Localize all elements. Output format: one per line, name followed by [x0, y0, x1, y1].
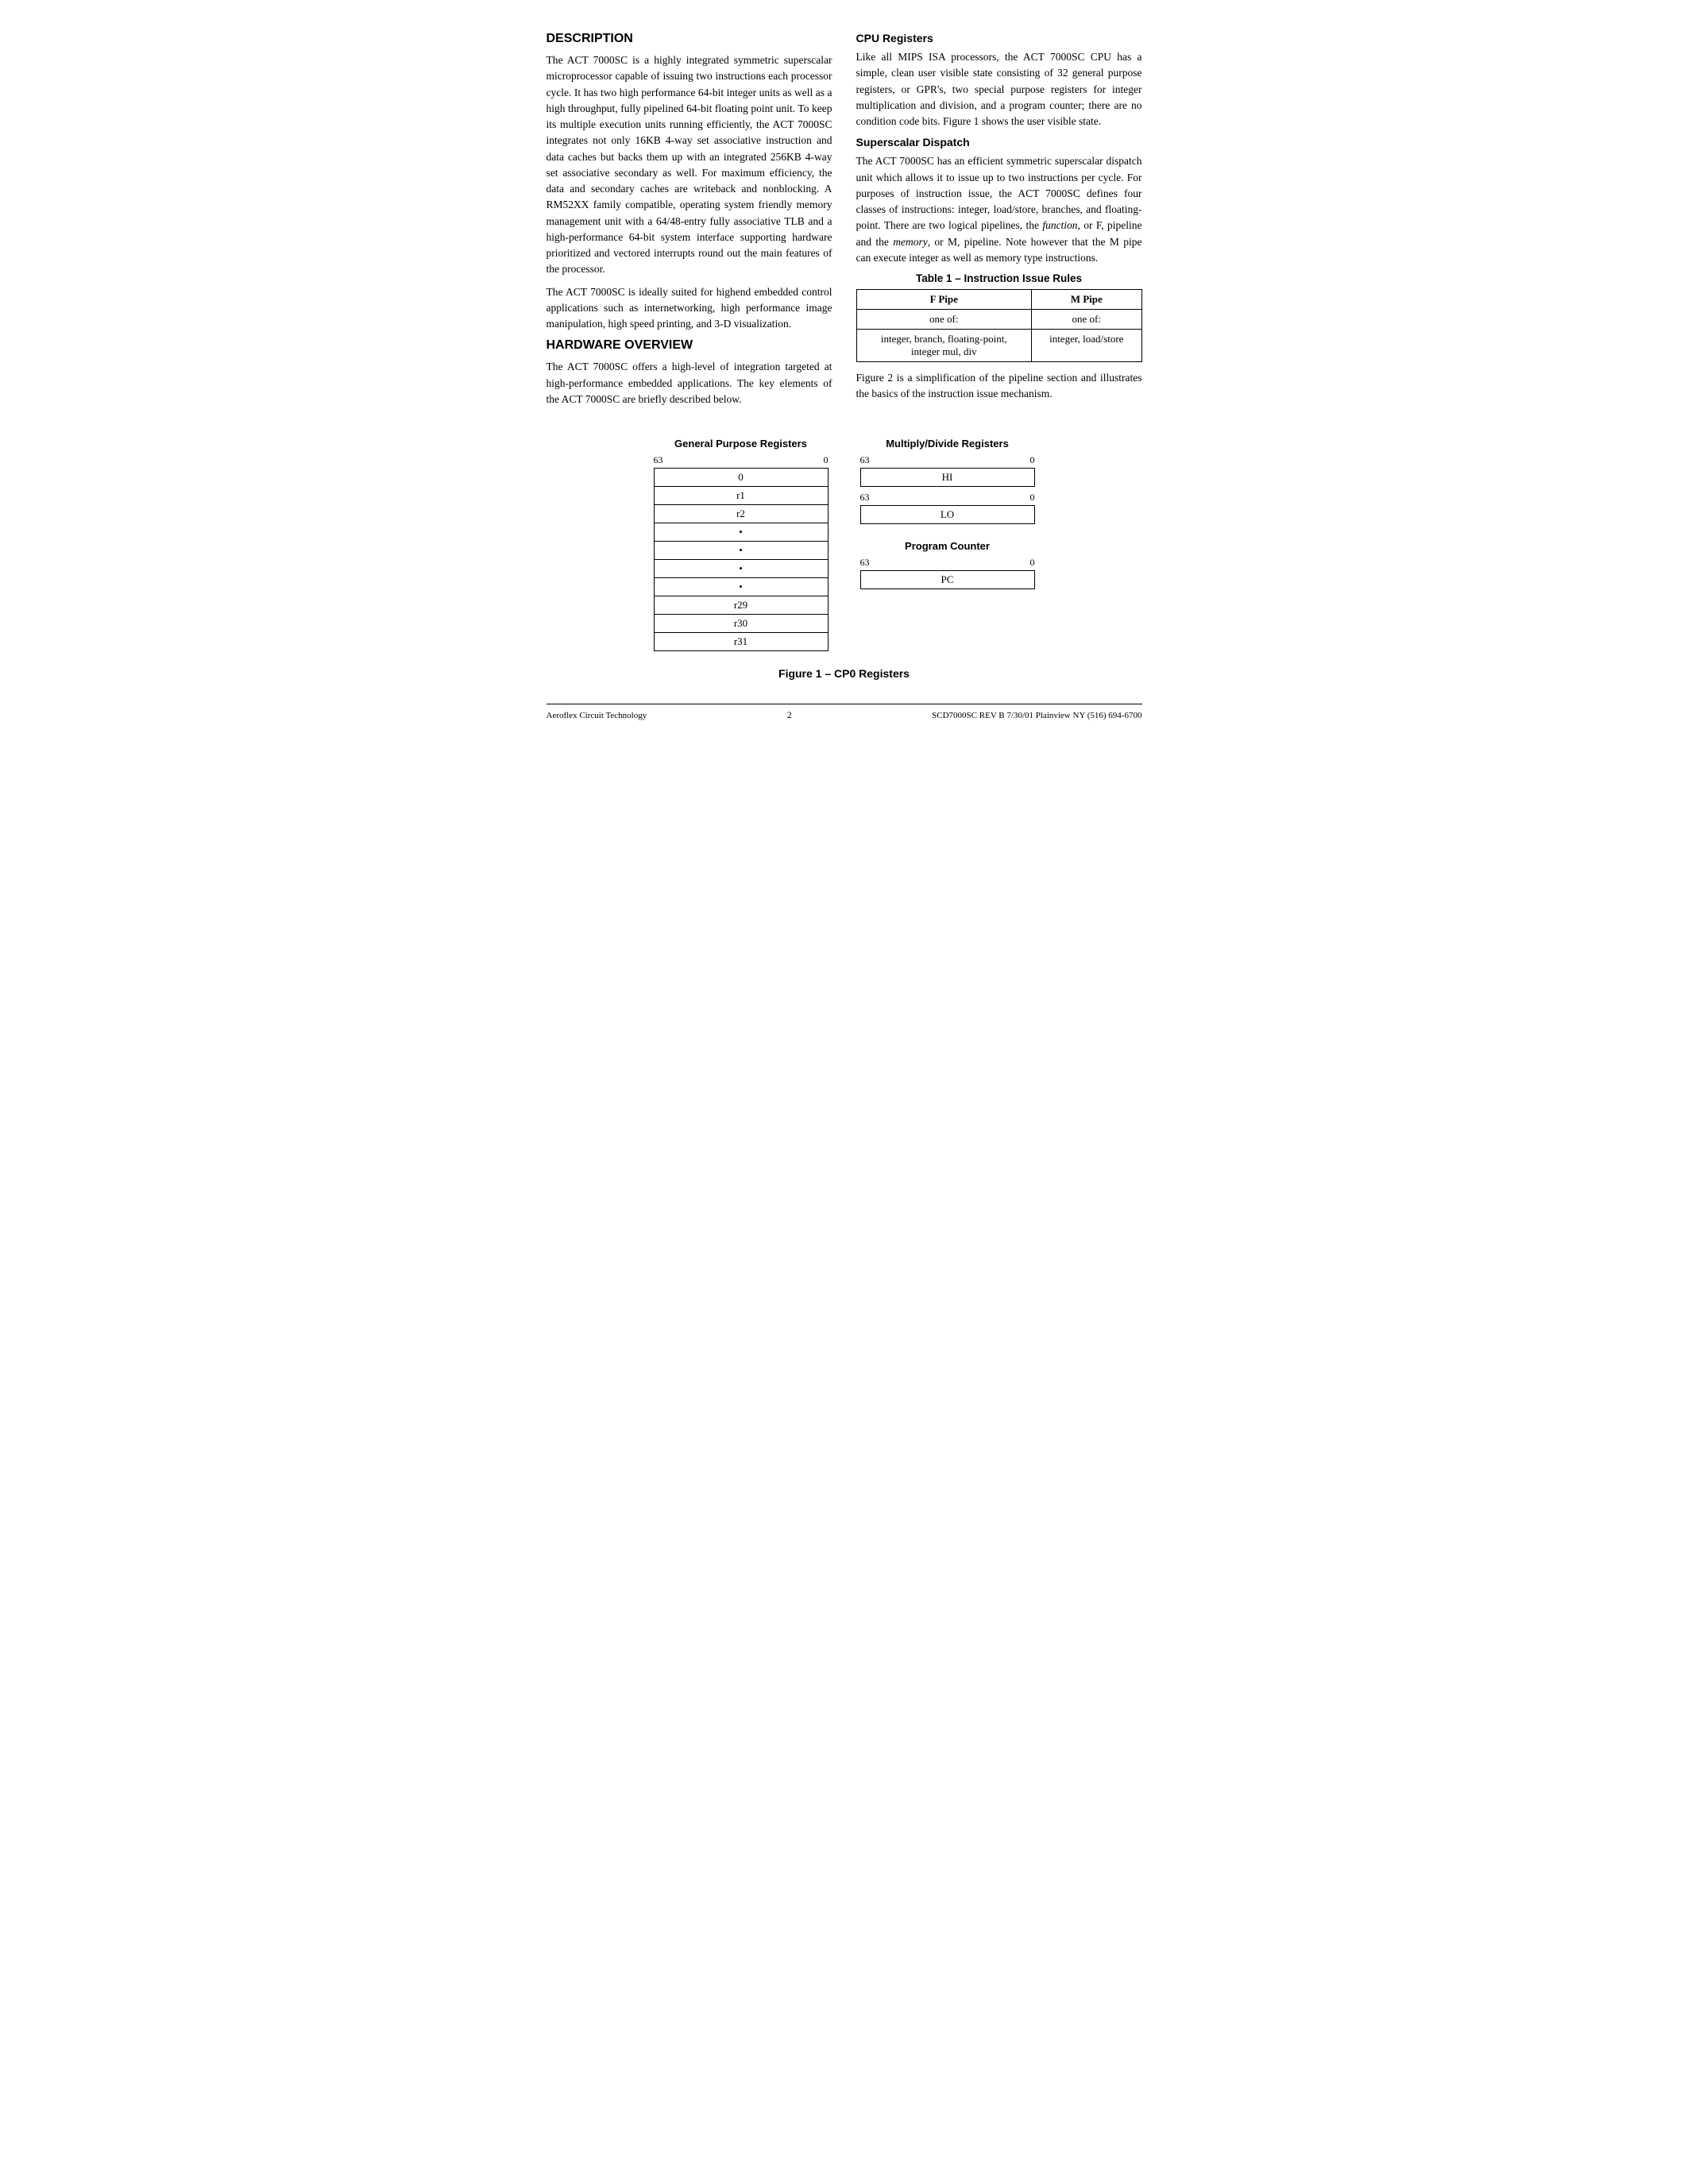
gpr-cell-r30: r30: [654, 615, 828, 633]
hardware-overview-para-1: The ACT 7000SC offers a high-level of in…: [547, 359, 832, 407]
instruction-issue-table: F Pipe M Pipe one of: one of: integer, b…: [856, 289, 1142, 362]
description-para-2: The ACT 7000SC is ideally suited for hig…: [547, 284, 832, 333]
lo-table: LO: [860, 505, 1035, 524]
table-header-mpipe: M Pipe: [1032, 290, 1142, 310]
footer-center: 2: [787, 709, 792, 721]
table-cell-mpipe-types: integer, load/store: [1032, 330, 1142, 362]
hi-table: HI: [860, 468, 1035, 487]
description-title: DESCRIPTION: [547, 32, 832, 46]
gpr-figure: General Purpose Registers 63 0 0 r1 r2 •…: [654, 438, 829, 651]
gpr-table: 0 r1 r2 • • • • r29 r30 r31: [654, 468, 829, 651]
lo-bit-low: 0: [1030, 492, 1035, 504]
figure-caption: Figure 1 – CP0 Registers: [547, 667, 1142, 680]
pc-bit-low: 0: [1030, 557, 1035, 569]
gpr-cell-0: 0: [654, 469, 828, 487]
lo-row: LO: [860, 506, 1034, 524]
gpr-label: General Purpose Registers: [674, 438, 807, 450]
pc-cell: PC: [860, 571, 1034, 589]
hi-bit-labels: 63 0: [860, 454, 1035, 466]
gpr-bit-low: 0: [824, 454, 829, 466]
pc-bit-labels: 63 0: [860, 557, 1035, 569]
hi-bit-high: 63: [860, 454, 870, 466]
superscalar-dispatch-para: The ACT 7000SC has an efficient symmetri…: [856, 153, 1142, 266]
table-cell-mpipe-oneof: one of:: [1032, 310, 1142, 330]
table-row: integer, branch, floating-point,integer …: [856, 330, 1141, 362]
description-para-1: The ACT 7000SC is a highly integrated sy…: [547, 52, 832, 278]
gpr-bit-high: 63: [654, 454, 663, 466]
gpr-row-0: 0: [654, 469, 828, 487]
figures-row: General Purpose Registers 63 0 0 r1 r2 •…: [547, 438, 1142, 651]
table-title: Table 1 – Instruction Issue Rules: [856, 272, 1142, 284]
program-counter-label: Program Counter: [905, 540, 990, 552]
pc-table: PC: [860, 570, 1035, 589]
hi-cell: HI: [860, 469, 1034, 487]
gpr-row-r2: r2: [654, 505, 828, 523]
gpr-cell-r31: r31: [654, 633, 828, 651]
gpr-cell-dot3: •: [654, 560, 828, 578]
footer: Aeroflex Circuit Technology 2 SCD7000SC …: [547, 704, 1142, 721]
pc-row: PC: [860, 571, 1034, 589]
hi-bit-low: 0: [1030, 454, 1035, 466]
gpr-row-r29: r29: [654, 596, 828, 615]
gpr-cell-dot4: •: [654, 578, 828, 596]
superscalar-dispatch-title: Superscalar Dispatch: [856, 136, 1142, 149]
table-cell-fpipe-oneof: one of:: [856, 310, 1032, 330]
table-row: one of: one of:: [856, 310, 1141, 330]
gpr-cell-r29: r29: [654, 596, 828, 615]
footer-left: Aeroflex Circuit Technology: [547, 711, 647, 720]
gpr-cell-dot2: •: [654, 542, 828, 560]
gpr-row-r31: r31: [654, 633, 828, 651]
right-column: CPU Registers Like all MIPS ISA processo…: [856, 32, 1142, 414]
pc-bit-high: 63: [860, 557, 870, 569]
lo-bit-high: 63: [860, 492, 870, 504]
multiply-divide-label: Multiply/Divide Registers: [886, 438, 1009, 450]
hi-row: HI: [860, 469, 1034, 487]
footer-right: SCD7000SC REV B 7/30/01 Plainview NY (51…: [932, 711, 1141, 720]
gpr-bit-labels: 63 0: [654, 454, 829, 466]
program-counter-figure: Program Counter 63 0 PC: [860, 540, 1035, 589]
right-figures: Multiply/Divide Registers 63 0 HI 63 0 L…: [860, 438, 1035, 589]
gpr-row-dot2: •: [654, 542, 828, 560]
gpr-row-r1: r1: [654, 487, 828, 505]
left-column: DESCRIPTION The ACT 7000SC is a highly i…: [547, 32, 832, 414]
cpu-registers-para: Like all MIPS ISA processors, the ACT 70…: [856, 49, 1142, 129]
multiply-divide-figure: Multiply/Divide Registers 63 0 HI 63 0 L…: [860, 438, 1035, 524]
hardware-overview-title: HARDWARE OVERVIEW: [547, 338, 832, 353]
main-content: DESCRIPTION The ACT 7000SC is a highly i…: [547, 32, 1142, 414]
figures-section: General Purpose Registers 63 0 0 r1 r2 •…: [547, 438, 1142, 680]
gpr-cell-r1: r1: [654, 487, 828, 505]
gpr-row-dot1: •: [654, 523, 828, 542]
gpr-cell-r2: r2: [654, 505, 828, 523]
table-header-fpipe: F Pipe: [856, 290, 1032, 310]
page: DESCRIPTION The ACT 7000SC is a highly i…: [547, 32, 1142, 721]
gpr-row-dot3: •: [654, 560, 828, 578]
gpr-row-r30: r30: [654, 615, 828, 633]
lo-bit-labels: 63 0: [860, 492, 1035, 504]
cpu-registers-title: CPU Registers: [856, 32, 1142, 44]
lo-cell: LO: [860, 506, 1034, 524]
gpr-row-dot4: •: [654, 578, 828, 596]
gpr-cell-dot1: •: [654, 523, 828, 542]
pipeline-text: Figure 2 is a simplification of the pipe…: [856, 370, 1142, 403]
table-cell-fpipe-types: integer, branch, floating-point,integer …: [856, 330, 1032, 362]
